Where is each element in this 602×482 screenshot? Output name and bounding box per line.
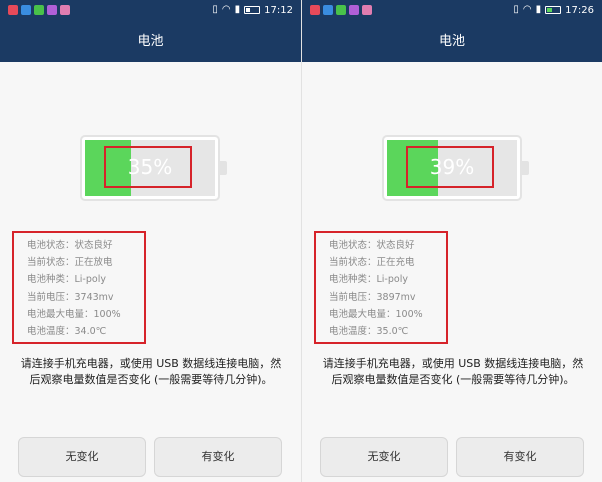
info-max-capacity: 电池最大电量：100%	[27, 308, 121, 320]
sim-icon: ▮	[234, 4, 241, 15]
battery-info-list: 电池状态：状态良好 当前状态：正在放电 电池种类：Li-poly 当前电压：37…	[27, 237, 121, 340]
battery-icon-level	[246, 8, 251, 12]
battery-icon-level	[547, 8, 553, 12]
info-voltage: 当前电压：3743mv	[27, 291, 114, 303]
app-icon	[323, 5, 333, 15]
wechat-icon	[34, 5, 44, 15]
battery-tip	[220, 161, 227, 175]
phone-screen-right: ▯ ◠ ▮ 17:26 电池 39% 电池状态：状态良好 当前状态：正在充电 电…	[301, 0, 602, 482]
no-change-button[interactable]: 无变化	[18, 437, 146, 477]
battery-info-list: 电池状态：状态良好 当前状态：正在充电 电池种类：Li-poly 当前电压：38…	[329, 237, 423, 340]
heart-app-icon	[8, 5, 18, 15]
wechat-icon	[336, 5, 346, 15]
notification-icons	[8, 5, 70, 15]
info-battery-health: 电池状态：状态良好	[27, 240, 113, 251]
system-icons: ▯ ◠ ▮ 17:12	[212, 4, 293, 16]
battery-tip	[522, 161, 529, 175]
instruction-text: 请连接手机充电器，或使用 USB 数据线连接电脑，然后观察电量数值是否变化 (一…	[20, 357, 282, 386]
app-icon	[47, 5, 57, 15]
info-temperature: 电池温度：35.0℃	[329, 326, 409, 338]
info-current-status: 当前状态：正在放电	[27, 257, 113, 269]
vibrate-icon: ▯	[513, 4, 519, 15]
wifi-icon: ◠	[221, 4, 231, 15]
status-time: 17:12	[264, 4, 293, 16]
changed-button[interactable]: 有变化	[456, 437, 584, 477]
info-temperature: 电池温度：34.0℃	[27, 326, 107, 338]
info-battery-type: 电池种类：Li-poly	[27, 274, 106, 286]
instruction-text: 请连接手机充电器，或使用 USB 数据线连接电脑，然后观察电量数值是否变化 (一…	[322, 357, 584, 386]
app-icon	[21, 5, 31, 15]
vibrate-icon: ▯	[212, 4, 218, 15]
app-icon	[362, 5, 372, 15]
wifi-icon: ◠	[522, 4, 532, 15]
app-icon	[349, 5, 359, 15]
changed-button[interactable]: 有变化	[154, 437, 282, 477]
info-max-capacity: 电池最大电量：100%	[329, 308, 423, 320]
phone-screen-left: ▯ ◠ ▮ 17:12 电池 35% 电池状态：状态良好 当前状态：正在放电 电…	[0, 0, 301, 482]
battery-charging-icon	[545, 6, 562, 14]
heart-app-icon	[310, 5, 320, 15]
battery-highlight	[406, 146, 494, 188]
page-title: 电池	[0, 22, 301, 62]
battery-highlight	[104, 146, 192, 188]
app-icon	[60, 5, 70, 15]
status-bar: ▯ ◠ ▮ 17:26	[302, 0, 602, 22]
status-time: 17:26	[565, 4, 594, 16]
sim-icon: ▮	[535, 4, 542, 15]
info-battery-health: 电池状态：状态良好	[329, 240, 415, 251]
info-current-status: 当前状态：正在充电	[329, 257, 415, 269]
notification-icons	[310, 5, 372, 15]
info-battery-type: 电池种类：Li-poly	[329, 274, 408, 286]
info-voltage: 当前电压：3897mv	[329, 291, 416, 303]
system-icons: ▯ ◠ ▮ 17:26	[513, 4, 594, 16]
status-bar: ▯ ◠ ▮ 17:12	[0, 0, 301, 22]
no-change-button[interactable]: 无变化	[320, 437, 448, 477]
page-title: 电池	[302, 22, 602, 62]
battery-icon	[244, 6, 261, 14]
